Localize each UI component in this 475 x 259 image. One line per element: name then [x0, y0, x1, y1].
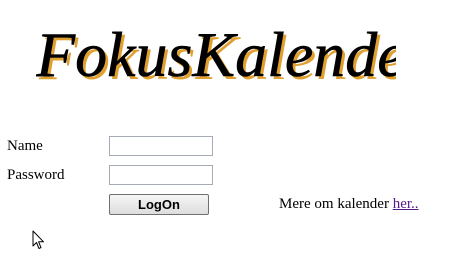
logon-button[interactable]: LogOn	[109, 194, 209, 215]
logo-text: FokusKalender	[36, 19, 396, 88]
logo-graphic: FokusKalender FokusKalender	[36, 19, 396, 88]
mouse-pointer-icon	[32, 230, 45, 250]
logo: FokusKalender FokusKalender	[36, 18, 396, 88]
more-info-link[interactable]: her..	[393, 196, 419, 212]
more-info-text: Mere om kalender	[279, 196, 393, 212]
more-info: Mere om kalender her..	[279, 195, 419, 213]
name-input[interactable]	[109, 136, 213, 156]
password-input[interactable]	[109, 165, 213, 185]
password-label: Password	[7, 167, 65, 183]
mouse-pointer-icon-graphic	[32, 230, 44, 249]
name-label: Name	[7, 138, 43, 154]
